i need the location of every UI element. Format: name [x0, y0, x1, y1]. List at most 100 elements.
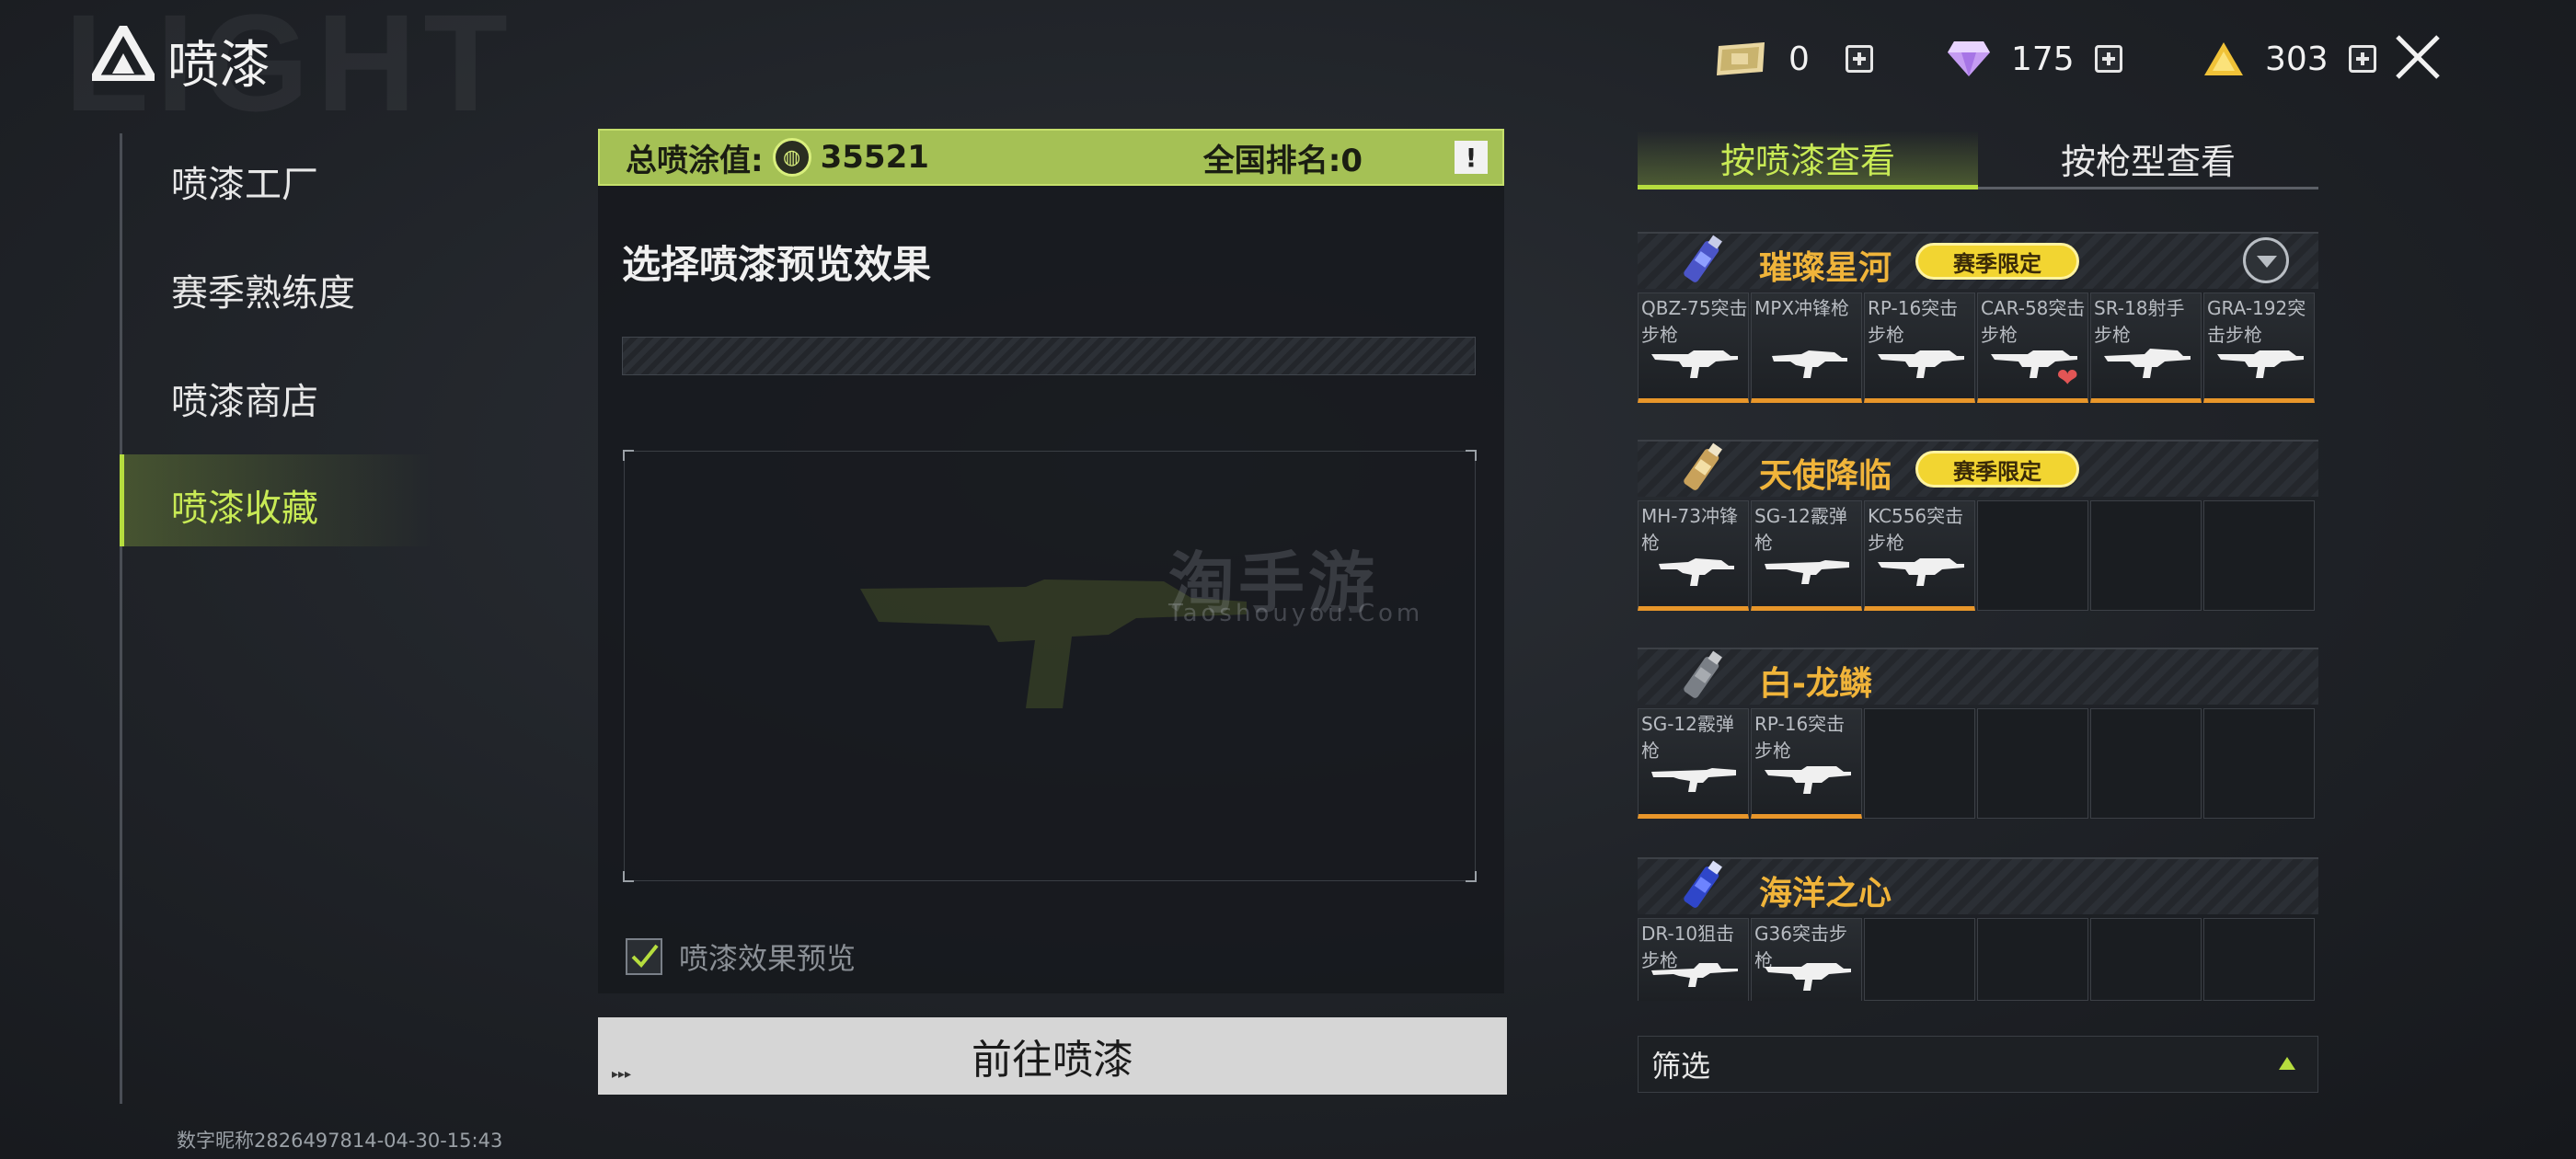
preview-checkbox[interactable]: [626, 938, 662, 975]
spray-can-icon: [1684, 442, 1722, 490]
empty-weapon-slot: [1977, 918, 2088, 1001]
total-score-label: 总喷涂值:: [626, 142, 764, 179]
weapon-name: QBZ-75突击步枪: [1641, 297, 1748, 346]
spray-group-header[interactable]: 海洋之心: [1638, 857, 2318, 914]
preview-checkbox-label: 喷漆效果预览: [679, 941, 857, 976]
weapon-card[interactable]: RP-16突击步枪: [1864, 293, 1975, 403]
shotgun-icon: [1651, 768, 1736, 792]
rifle-icon: [1878, 558, 1964, 586]
expand-collapse-button[interactable]: [2243, 237, 2289, 283]
marksman-rifle-icon: [2104, 349, 2191, 378]
weapon-card-row: SG-12霰弹枪 RP-16突击步枪: [1638, 708, 2318, 819]
group-name: 天使降临: [1759, 457, 1892, 495]
spray-group-header[interactable]: 璀璨星河 赛季限定: [1638, 232, 2318, 289]
empty-weapon-slot: [1864, 708, 1975, 819]
weapon-name: MH-73冲锋枪: [1641, 505, 1738, 554]
empty-weapon-slot: [2203, 918, 2315, 1001]
spray-group-header[interactable]: 白-龙鳞: [1638, 648, 2318, 705]
chevron-up-icon: [2279, 1057, 2295, 1070]
go-to-spray-button[interactable]: 前往喷漆: [598, 1017, 1507, 1095]
rifle-icon: [2217, 350, 2304, 378]
favorite-heart-icon[interactable]: ❤: [2057, 362, 2078, 393]
season-limited-badge: 赛季限定: [1915, 243, 2079, 280]
add-tickets-button[interactable]: [1846, 45, 1873, 73]
spray-selector-bar[interactable]: [622, 337, 1476, 375]
weapon-name: RP-16突击步枪: [1754, 713, 1846, 762]
spray-can-icon: [1684, 860, 1722, 908]
weapon-card[interactable]: CAR-58突击步枪 ❤: [1977, 293, 2088, 403]
weapon-card[interactable]: DR-10狙击步枪: [1638, 918, 1749, 1001]
nav-item-season-mastery[interactable]: 赛季熟练度: [171, 263, 355, 316]
group-name: 璀璨星河: [1759, 249, 1892, 287]
triangle-coin-icon: [2204, 42, 2243, 75]
rifle-icon: [1651, 350, 1738, 378]
nav-item-spray-shop[interactable]: 喷漆商店: [171, 372, 318, 425]
empty-weapon-slot: [2090, 918, 2202, 1001]
rifle-icon: [1765, 766, 1851, 794]
spray-group-header[interactable]: 天使降临 赛季限定: [1638, 440, 2318, 497]
smg-icon: [1659, 558, 1734, 586]
coins-value: 303: [2265, 40, 2329, 78]
weapon-name: KC556突击步枪: [1868, 505, 1964, 554]
group-name: 白-龙鳞: [1759, 665, 1872, 703]
user-id-footer: 数字昵称2826497814-04-30-15:43: [177, 1130, 503, 1152]
info-icon[interactable]: !: [1455, 141, 1488, 174]
page-title: 喷漆: [167, 36, 270, 96]
nav-item-spray-collection[interactable]: 喷漆收藏: [171, 478, 318, 532]
empty-weapon-slot: [2203, 708, 2315, 819]
weapon-card[interactable]: QBZ-75突击步枪: [1638, 293, 1749, 403]
ticket-icon: [1717, 42, 1765, 75]
app-logo-icon: [92, 26, 155, 81]
sniper-rifle-icon: [1651, 963, 1738, 987]
add-diamonds-button[interactable]: [2094, 45, 2122, 73]
currency-tickets: 0: [1713, 33, 1873, 85]
nav-item-spray-factory[interactable]: 喷漆工厂: [171, 155, 318, 208]
weapon-card[interactable]: KC556突击步枪: [1864, 500, 1975, 611]
tab-by-weapon[interactable]: 按枪型查看: [1978, 131, 2318, 189]
weapon-name: GRA-192突击步枪: [2207, 297, 2306, 346]
close-icon[interactable]: [2388, 28, 2447, 86]
shotgun-icon: [1765, 560, 1849, 584]
weapon-card-row: QBZ-75突击步枪 MPX冲锋枪 RP-16突击步枪 CAR-58突击步枪 ❤ …: [1638, 293, 2318, 403]
tab-by-spray[interactable]: 按喷漆查看: [1638, 131, 1978, 189]
diamonds-value: 175: [2011, 40, 2075, 78]
weapon-card[interactable]: G36突击步枪: [1751, 918, 1862, 1001]
filter-label: 筛选: [1651, 1049, 1711, 1084]
nav-divider: [120, 133, 122, 1104]
rifle-icon: [1765, 963, 1851, 991]
weapon-card[interactable]: MPX冲锋枪: [1751, 293, 1862, 403]
weapon-name: MPX冲锋枪: [1754, 297, 1850, 319]
weapon-card[interactable]: GRA-192突击步枪: [2203, 293, 2315, 403]
group-name: 海洋之心: [1759, 875, 1892, 912]
filter-dropdown[interactable]: 筛选: [1638, 1036, 2318, 1093]
currency-diamonds: 175: [1947, 33, 2122, 85]
rifle-icon: [1878, 350, 1964, 378]
score-bar: 总喷涂值: ◍ 35521 全国排名:0 !: [598, 129, 1504, 186]
weapon-card-row: DR-10狙击步枪 G36突击步枪: [1638, 918, 2318, 1001]
checkmark-icon: [631, 944, 659, 968]
weapon-card[interactable]: MH-73冲锋枪: [1638, 500, 1749, 611]
weapon-name: RP-16突击步枪: [1868, 297, 1959, 346]
watermark-subtext: Taoshouyou.Com: [1168, 600, 1424, 627]
smg-icon: [1772, 350, 1847, 378]
weapon-card[interactable]: SG-12霰弹枪: [1638, 708, 1749, 819]
weapon-card[interactable]: RP-16突击步枪: [1751, 708, 1862, 819]
weapon-name: SG-12霰弹枪: [1641, 713, 1734, 762]
weapon-name: SR-18射手步枪: [2094, 297, 2185, 346]
season-limited-badge: 赛季限定: [1915, 451, 2079, 488]
empty-weapon-slot: [1977, 708, 2088, 819]
currency-coins: 303: [2202, 33, 2376, 85]
empty-weapon-slot: [2090, 708, 2202, 819]
total-score-value: 35521: [820, 139, 929, 176]
empty-weapon-slot: [2090, 500, 2202, 611]
add-coins-button[interactable]: [2348, 45, 2376, 73]
spray-can-icon: [1684, 650, 1722, 698]
weapon-card[interactable]: SR-18射手步枪: [2090, 293, 2202, 403]
go-button-decoration: ▸▸▸: [612, 1067, 632, 1082]
weapon-name: CAR-58突击步枪: [1981, 297, 2086, 346]
weapon-card[interactable]: SG-12霰弹枪: [1751, 500, 1862, 611]
empty-weapon-slot: [1864, 918, 1975, 1001]
weapon-card-row: MH-73冲锋枪 SG-12霰弹枪 KC556突击步枪: [1638, 500, 2318, 611]
diamond-icon: [1948, 41, 1990, 76]
empty-weapon-slot: [2203, 500, 2315, 611]
